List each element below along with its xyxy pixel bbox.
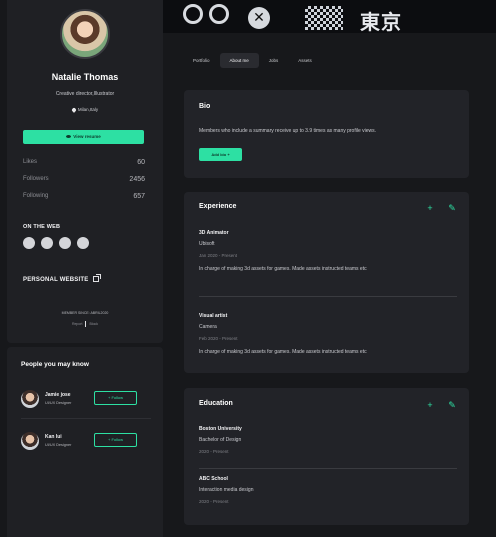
social-link-icon[interactable] (41, 237, 53, 249)
follow-label: Follow (111, 395, 123, 400)
entry-company: Camera (199, 324, 217, 330)
divider (21, 418, 151, 419)
entry-degree: Interaction media design (199, 487, 254, 493)
entry-description: In charge of making 3d assets for games.… (199, 266, 367, 272)
ring-graphic (183, 4, 203, 24)
external-link-icon (93, 274, 102, 282)
social-link-icon[interactable] (59, 237, 71, 249)
profile-avatar (60, 9, 110, 59)
entry-dates: 2020 - Present (199, 499, 229, 504)
report-block-row: Report Block (7, 321, 163, 327)
cover-checker-graphic (305, 6, 343, 30)
report-link[interactable]: Report (72, 322, 83, 326)
profile-role: Creative director,Illustrator (55, 91, 115, 97)
bio-card: Bio Members who include a summary receiv… (184, 90, 469, 178)
stat-followers: Followers 2456 (23, 176, 145, 183)
person-name: Jamie jose (45, 392, 71, 398)
social-links (23, 237, 89, 249)
add-bio-button[interactable]: Add bio + (199, 148, 242, 161)
tab-portfolio[interactable]: Portfolio (183, 53, 220, 68)
social-link-icon[interactable] (23, 237, 35, 249)
on-the-web-heading: ON THE WEB (23, 224, 61, 230)
stat-value: 2456 (129, 176, 145, 183)
location-pin-icon (71, 106, 77, 113)
people-card: People you may know Jamie jose UI/UX Des… (7, 347, 163, 537)
person-item: Jamie jose UI/UX Designer + Follow (21, 386, 151, 410)
entry-degree: Bachelor of Design (199, 437, 242, 443)
cover-banner: ✕ 東京 (163, 0, 496, 33)
follow-button[interactable]: + Follow (94, 391, 137, 405)
ring-graphic (209, 4, 229, 24)
experience-title: Experience (199, 203, 237, 210)
entry-school: Boston University (199, 426, 242, 432)
entry-description: In charge of making 3d assets for games.… (199, 349, 367, 355)
tab-jobs[interactable]: Jobs (259, 53, 289, 68)
avatar (21, 390, 39, 408)
education-entry: Boston University Bachelor of Design 202… (199, 426, 457, 454)
avatar (21, 432, 39, 450)
education-card: Education + ✎ Boston University Bachelor… (184, 388, 469, 525)
location-text: Milan,Italy (77, 107, 99, 112)
entry-school: ABC School (199, 476, 228, 482)
experience-entry: Visual artist Camera Feb 2020 - Present … (199, 313, 457, 355)
entry-title: 3D Animator (199, 230, 229, 236)
member-since: MEMBER SINCE: ABRIL2020 (61, 311, 109, 315)
cover-rings (183, 4, 229, 24)
stat-label: Likes (23, 159, 38, 165)
tab-about-me[interactable]: About me (219, 53, 259, 68)
entry-dates: Jan 2020 - Present (199, 253, 238, 258)
education-entry: ABC School Interaction media design 2020… (199, 476, 457, 504)
person-item: Kan lui UI/UX Designer + Follow (21, 428, 151, 452)
add-icon[interactable]: + (426, 204, 434, 213)
divider (199, 296, 457, 297)
education-title: Education (199, 400, 233, 407)
block-link[interactable]: Block (89, 322, 98, 326)
person-role: UI/UX Designer (45, 443, 72, 447)
follow-button[interactable]: + Follow (94, 433, 137, 447)
stat-following: Following 657 (23, 193, 145, 200)
stat-label: Followers (23, 176, 49, 182)
profile-card: Natalie Thomas Creative director,Illustr… (7, 0, 163, 343)
edit-icon[interactable]: ✎ (448, 401, 456, 410)
entry-title: Visual artist (199, 313, 228, 319)
cover-x-graphic: ✕ (248, 7, 270, 29)
personal-website-link[interactable]: PERSONAL WEBSITE (23, 274, 102, 283)
stat-likes: Likes 60 (23, 159, 145, 166)
profile-tabs: Portfolio About me Jobs Assets (183, 53, 322, 68)
bio-title: Bio (199, 103, 211, 110)
person-role: UI/UX Designer (45, 401, 72, 405)
view-resume-label: View resume (73, 134, 101, 139)
add-icon[interactable]: + (426, 401, 434, 410)
experience-entry: 3D Animator Ubisoft Jan 2020 - Present I… (199, 230, 457, 272)
cover-kanji: 東京 (360, 10, 402, 33)
follow-label: Follow (111, 437, 123, 442)
edit-icon[interactable]: ✎ (448, 204, 456, 213)
eye-icon (66, 135, 72, 139)
people-title: People you may know (21, 361, 89, 368)
stat-label: Following (23, 193, 49, 199)
view-resume-button[interactable]: View resume (23, 130, 144, 144)
stat-value: 60 (137, 159, 145, 166)
person-name: Kan lui (45, 434, 62, 440)
entry-company: Ubisoft (199, 241, 215, 247)
entry-dates: 2020 - Present (199, 449, 229, 454)
experience-actions: + ✎ (426, 204, 456, 213)
social-link-icon[interactable] (77, 237, 89, 249)
education-actions: + ✎ (426, 401, 456, 410)
entry-dates: Feb 2020 - Present (199, 336, 238, 341)
stat-value: 657 (133, 193, 145, 200)
divider (85, 321, 87, 327)
bio-text: Members who include a summary receive up… (199, 128, 377, 134)
experience-card: Experience + ✎ 3D Animator Ubisoft Jan 2… (184, 192, 469, 373)
profile-name: Natalie Thomas (51, 72, 119, 82)
divider (199, 468, 457, 469)
profile-location: Milan,Italy (7, 106, 163, 113)
personal-website-label: PERSONAL WEBSITE (23, 277, 89, 283)
tab-assets[interactable]: Assets (288, 53, 322, 68)
